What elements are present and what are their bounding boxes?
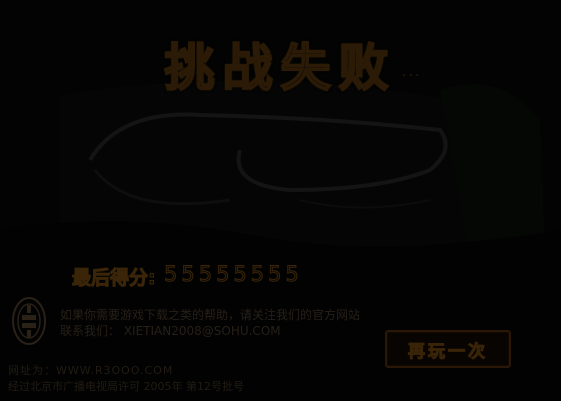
play-again-button[interactable]: 再玩一次 (385, 330, 511, 368)
game-over-title: 挑战失败 (164, 38, 397, 98)
final-score-label: 最后得分: (72, 267, 157, 290)
help-message: 如果你需要游戏下载之类的帮助，请关注我们的官方网站 (60, 308, 361, 322)
title-suffix: ... (402, 64, 422, 80)
website-url: 网址为：WWW.R3OOO.COM (8, 364, 174, 377)
contact-email: 联系我们： XIETIAN2008@SOHU.COM (60, 324, 281, 338)
game-over-screen: 挑战失败 ... 最后得分: 55555555 如果你需要游戏下载之类的帮助，请… (0, 0, 561, 401)
license-notice: 经过北京市广播电视局许可 2005年 第12号批号 (8, 380, 244, 393)
final-score-value: 55555555 (164, 262, 303, 287)
play-again-label: 再玩一次 (408, 342, 488, 363)
circular-seal-emblem-icon (12, 297, 46, 345)
